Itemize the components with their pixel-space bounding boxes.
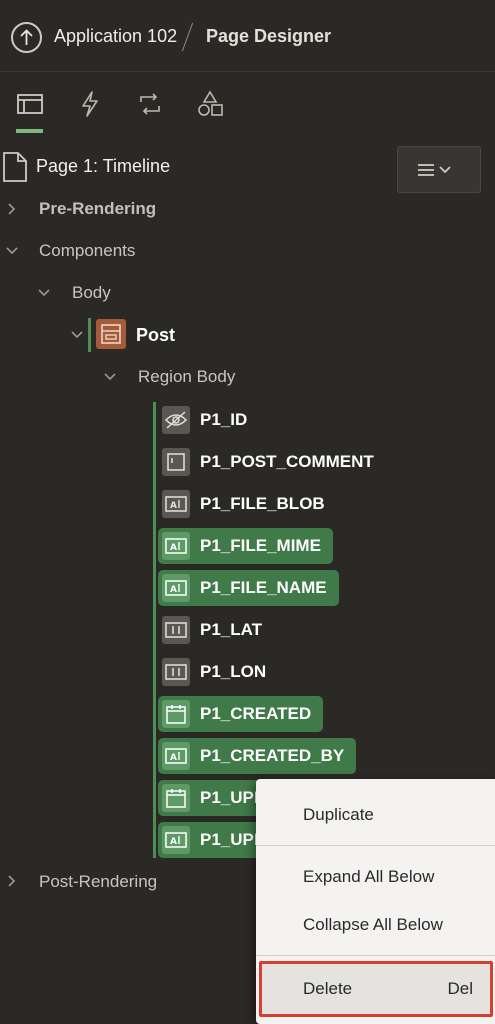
calendar-icon: [162, 784, 190, 812]
menu-item-duplicate[interactable]: Duplicate: [303, 805, 374, 825]
tree-node-region-body[interactable]: Region Body: [138, 367, 235, 397]
page-item[interactable]: A P1_UPD: [158, 822, 268, 858]
menu-divider: [256, 845, 495, 846]
header: Application 102 Page Designer: [0, 0, 495, 72]
page-item[interactable]: A P1_FILE_NAME: [158, 570, 339, 606]
page-item[interactable]: P1_ID: [158, 402, 259, 438]
calendar-icon: [162, 700, 190, 728]
svg-text:A: A: [170, 543, 177, 553]
breadcrumb-separator: [181, 22, 194, 52]
menu-divider: [256, 955, 495, 956]
tree-node-body[interactable]: Body: [72, 283, 111, 313]
textarea-icon: [162, 448, 190, 476]
menu-item-collapse-all-below[interactable]: Collapse All Below: [303, 915, 443, 935]
tree-node-post-region[interactable]: Post: [136, 325, 175, 355]
rendering-tree-icon: [17, 94, 43, 114]
delete-label: Delete: [303, 979, 353, 998]
up-arrow-icon[interactable]: [11, 22, 42, 53]
region-icon: [96, 319, 126, 349]
tree-node-components[interactable]: Components: [39, 241, 135, 271]
tab-rendering[interactable]: [16, 90, 46, 120]
tree-node-pre-rendering[interactable]: Pre-Rendering: [39, 199, 156, 229]
text-field-icon: A: [162, 532, 190, 560]
menu-item-expand-all-below[interactable]: Expand All Below: [303, 867, 434, 887]
tree-indent-bar: [88, 318, 91, 352]
svg-text:A: A: [170, 837, 177, 847]
tree-indent-bar: [153, 402, 156, 858]
delete-shortcut: Del: [447, 979, 473, 998]
text-field-icon: A: [162, 490, 190, 518]
text-field-icon: A: [162, 826, 190, 854]
page-item[interactable]: P1_LON: [158, 654, 278, 690]
active-tab-indicator: [16, 129, 43, 133]
svg-text:A: A: [170, 585, 177, 595]
chevron-down-icon[interactable]: [103, 370, 117, 384]
processing-icon: [140, 93, 160, 115]
text-field-icon: A: [162, 742, 190, 770]
tree-menu-button[interactable]: [397, 146, 481, 193]
page-item[interactable]: P1_LAT: [158, 612, 274, 648]
tree-node-post-rendering[interactable]: Post-Rendering: [39, 872, 157, 902]
shapes-icon: [198, 90, 223, 116]
page-icon: [3, 152, 27, 182]
page-item[interactable]: P1_CREATED: [158, 696, 324, 732]
page-item[interactable]: A P1_FILE_BLOB: [158, 486, 337, 522]
chevron-down-icon[interactable]: [70, 328, 84, 342]
tab-shared-components[interactable]: [196, 90, 226, 120]
hidden-eye-icon: [162, 406, 190, 434]
application-link[interactable]: Application 102: [54, 26, 177, 47]
page-item[interactable]: P1_UPD: [158, 780, 268, 816]
chevron-down-icon[interactable]: [37, 286, 51, 300]
tab-dynamic-actions[interactable]: [76, 90, 106, 120]
context-menu: Duplicate Expand All Below Collapse All …: [256, 779, 495, 1024]
lightning-icon: [82, 91, 98, 117]
number-field-icon: [162, 658, 190, 686]
page-item[interactable]: A P1_FILE_MIME: [158, 528, 333, 564]
text-field-icon: A: [162, 574, 190, 602]
chevron-right-icon[interactable]: [5, 202, 19, 216]
chevron-right-icon[interactable]: [5, 874, 19, 888]
svg-text:A: A: [170, 753, 177, 763]
svg-text:A: A: [170, 501, 177, 511]
designer-tabs: [0, 82, 495, 134]
page-label[interactable]: Page 1: Timeline: [36, 156, 170, 177]
number-field-icon: [162, 616, 190, 644]
page-item[interactable]: P1_POST_COMMENT: [158, 444, 386, 480]
page-title: Page Designer: [206, 26, 332, 46]
menu-item-delete[interactable]: Delete Del: [259, 961, 493, 1017]
page-item[interactable]: A P1_CREATED_BY: [158, 738, 357, 774]
tab-processing[interactable]: [136, 90, 166, 120]
hamburger-chevron-icon: [418, 164, 451, 176]
chevron-down-icon[interactable]: [5, 244, 19, 258]
